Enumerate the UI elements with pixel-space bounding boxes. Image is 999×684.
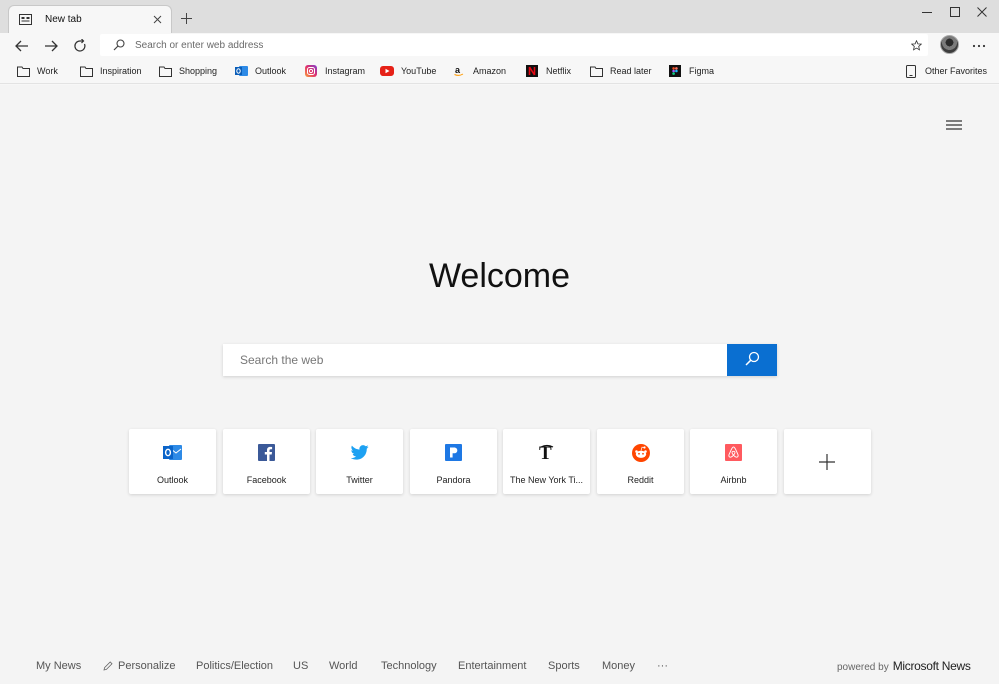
news-tab-money[interactable]: Money (602, 660, 635, 672)
web-search-button[interactable] (727, 344, 777, 376)
favorite-label: Amazon (473, 66, 507, 76)
top-site-label: Outlook (156, 475, 189, 485)
top-site-outlook[interactable]: Outlook (129, 429, 216, 494)
instagram-icon (304, 64, 318, 78)
microsoft-news-logo: Microsoft News (892, 659, 971, 673)
folder-icon (589, 64, 603, 78)
favorite-work[interactable]: Work (16, 63, 58, 79)
favorite-label: Outlook (255, 66, 287, 76)
powered-by-microsoft-news[interactable]: powered by Microsoft News (837, 659, 971, 673)
profile-avatar[interactable] (940, 35, 959, 54)
favorite-label: Figma (689, 66, 715, 76)
folder-icon (79, 64, 93, 78)
news-tab-personalize[interactable]: Personalize (103, 660, 175, 672)
favorite-label: Work (37, 66, 58, 76)
favorite-outlook[interactable]: Outlook (234, 63, 286, 79)
plus-icon (816, 451, 838, 473)
pencil-icon (103, 661, 113, 671)
figma-icon (668, 64, 682, 78)
powered-by-label: powered by (837, 662, 889, 673)
new-tab-page: Welcome Outlook Facebook Twitter Pandora… (0, 85, 999, 684)
favorite-inspiration[interactable]: Inspiration (79, 63, 142, 79)
add-top-site-button[interactable] (784, 429, 871, 494)
news-tab-us[interactable]: US (293, 660, 308, 672)
top-site-twitter[interactable]: Twitter (316, 429, 403, 494)
personalize-label: Personalize (118, 660, 176, 672)
refresh-button[interactable] (69, 35, 91, 57)
news-more-button[interactable]: ··· (657, 660, 668, 672)
settings-more-button[interactable] (968, 35, 990, 57)
welcome-heading: Welcome (428, 257, 571, 295)
svg-text:a: a (455, 65, 461, 75)
top-site-facebook[interactable]: Facebook (223, 429, 310, 494)
top-site-label: The New York Ti... (509, 475, 584, 485)
device-icon (904, 64, 918, 78)
top-site-label: Facebook (246, 475, 287, 485)
top-site-reddit[interactable]: Reddit (597, 429, 684, 494)
nyt-icon: T (537, 443, 556, 462)
news-tab-world[interactable]: World (329, 660, 358, 672)
favorite-label: Shopping (179, 66, 218, 76)
title-bar: New tab (0, 0, 999, 33)
folder-icon (16, 64, 30, 78)
outlook-icon (234, 64, 248, 78)
airbnb-icon (724, 443, 743, 462)
news-tab-technology[interactable]: Technology (381, 660, 437, 672)
favorite-netflix[interactable]: Netflix (525, 63, 571, 79)
reddit-icon (631, 443, 650, 462)
tab-new-tab[interactable]: New tab (8, 5, 172, 33)
pandora-icon (444, 443, 463, 462)
favorite-instagram[interactable]: Instagram (304, 63, 365, 79)
news-tab-politics-election[interactable]: Politics/Election (196, 660, 273, 672)
favorite-label: Inspiration (100, 66, 142, 76)
favorite-figma[interactable]: Figma (668, 63, 714, 79)
youtube-icon (380, 64, 394, 78)
navigation-toolbar (0, 33, 999, 58)
news-tab-sports[interactable]: Sports (548, 660, 580, 672)
favorite-amazon[interactable]: a Amazon (452, 63, 506, 79)
favorite-label: Netflix (546, 66, 572, 76)
page-settings-menu-icon[interactable] (946, 119, 964, 133)
favorite-star-icon[interactable] (908, 37, 924, 53)
news-navigation-bar: My News Personalize Politics/Election US… (0, 657, 999, 677)
top-site-label: Twitter (346, 475, 373, 485)
top-site-airbnb[interactable]: Airbnb (690, 429, 777, 494)
favorite-label: Read later (610, 66, 652, 76)
amazon-icon: a (452, 64, 466, 78)
top-site-new-york-times[interactable]: T The New York Ti... (503, 429, 590, 494)
web-search-box (223, 344, 777, 376)
back-button[interactable] (11, 35, 33, 57)
web-search-input[interactable] (223, 344, 727, 376)
outlook-icon (163, 443, 182, 462)
favorites-bar: Work Inspiration Shopping Outlook Instag… (0, 58, 999, 84)
address-input[interactable] (135, 39, 908, 51)
top-site-pandora[interactable]: Pandora (410, 429, 497, 494)
forward-button[interactable] (40, 35, 62, 57)
close-window-button[interactable] (966, 0, 998, 24)
other-favorites[interactable]: Other Favorites (904, 63, 987, 79)
folder-icon (158, 64, 172, 78)
tab-title: New tab (45, 14, 82, 25)
favorite-label: Instagram (325, 66, 366, 76)
top-site-label: Pandora (436, 475, 471, 485)
news-tab-my-news[interactable]: My News (36, 660, 81, 672)
search-icon (111, 37, 127, 53)
close-tab-icon[interactable] (149, 12, 165, 28)
search-icon (744, 351, 760, 369)
favorite-youtube[interactable]: YouTube (380, 63, 436, 79)
twitter-icon (350, 443, 369, 462)
facebook-icon (257, 443, 276, 462)
other-favorites-label: Other Favorites (925, 66, 988, 76)
favorite-label: YouTube (401, 66, 437, 76)
favorite-read-later[interactable]: Read later (589, 63, 652, 79)
news-tab-entertainment[interactable]: Entertainment (458, 660, 526, 672)
netflix-icon (525, 64, 539, 78)
top-site-label: Reddit (627, 475, 654, 485)
address-bar[interactable] (100, 34, 928, 56)
new-tab-button[interactable] (176, 8, 196, 28)
new-tab-page-icon (17, 12, 33, 28)
favorite-shopping[interactable]: Shopping (158, 63, 217, 79)
top-site-label: Airbnb (720, 475, 747, 485)
